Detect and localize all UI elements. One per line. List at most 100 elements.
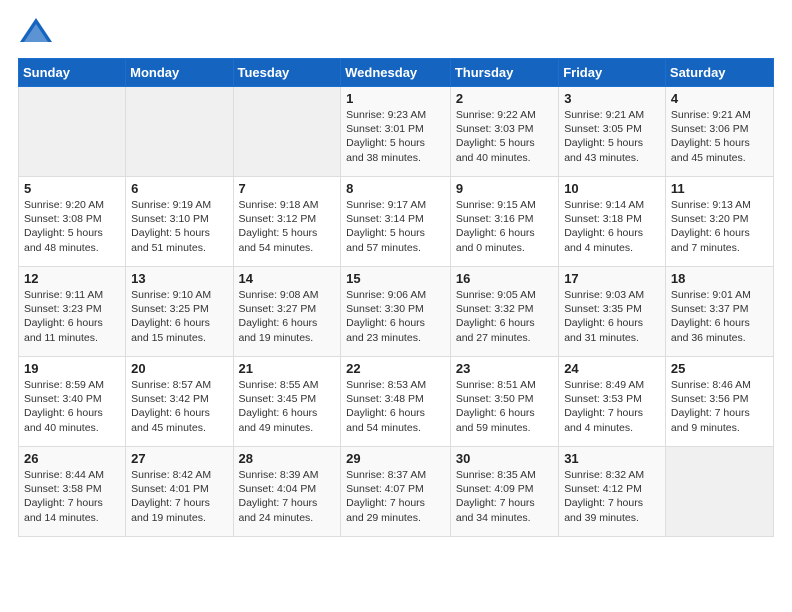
day-info: Sunrise: 9:01 AM Sunset: 3:37 PM Dayligh… <box>671 288 768 345</box>
calendar-cell: 31 Sunrise: 8:32 AM Sunset: 4:12 PM Dayli… <box>559 447 666 537</box>
calendar-week-3: 19 Sunrise: 8:59 AM Sunset: 3:40 PM Dayli… <box>19 357 774 447</box>
weekday-header-saturday: Saturday <box>665 59 773 87</box>
calendar-cell: 10Sunrise: 9:14 AM Sunset: 3:18 PM Dayli… <box>559 177 666 267</box>
weekday-header-tuesday: Tuesday <box>233 59 341 87</box>
day-number: 21 <box>239 361 336 376</box>
calendar-cell: 23Sunrise: 8:51 AM Sunset: 3:50 PM Dayli… <box>450 357 558 447</box>
calendar-cell: 26Sunrise: 8:44 AM Sunset: 3:58 PM Dayli… <box>19 447 126 537</box>
day-number: 8 <box>346 181 445 196</box>
calendar-cell <box>19 87 126 177</box>
day-number: 19 <box>24 361 120 376</box>
day-info: Sunrise: 9:11 AM Sunset: 3:23 PM Dayligh… <box>24 288 120 345</box>
calendar-cell: 9 Sunrise: 9:15 AM Sunset: 3:16 PM Daylig… <box>450 177 558 267</box>
day-number: 25 <box>671 361 768 376</box>
day-info: Sunrise: 9:06 AM Sunset: 3:30 PM Dayligh… <box>346 288 445 345</box>
day-info: Sunrise: 8:37 AM Sunset: 4:07 PM Dayligh… <box>346 468 445 525</box>
calendar-cell: 27 Sunrise: 8:42 AM Sunset: 4:01 PM Dayli… <box>126 447 233 537</box>
day-number: 24 <box>564 361 660 376</box>
calendar-cell: 14 Sunrise: 9:08 AM Sunset: 3:27 PM Dayli… <box>233 267 341 357</box>
day-number: 7 <box>239 181 336 196</box>
weekday-header-friday: Friday <box>559 59 666 87</box>
day-info: Sunrise: 8:59 AM Sunset: 3:40 PM Dayligh… <box>24 378 120 435</box>
day-info: Sunrise: 9:15 AM Sunset: 3:16 PM Dayligh… <box>456 198 553 255</box>
day-info: Sunrise: 8:32 AM Sunset: 4:12 PM Dayligh… <box>564 468 660 525</box>
calendar-cell: 29Sunrise: 8:37 AM Sunset: 4:07 PM Dayli… <box>341 447 451 537</box>
day-info: Sunrise: 9:21 AM Sunset: 3:06 PM Dayligh… <box>671 108 768 165</box>
calendar-cell: 22 Sunrise: 8:53 AM Sunset: 3:48 PM Dayli… <box>341 357 451 447</box>
calendar: SundayMondayTuesdayWednesdayThursdayFrid… <box>18 58 774 537</box>
day-number: 28 <box>239 451 336 466</box>
calendar-cell: 30Sunrise: 8:35 AM Sunset: 4:09 PM Dayli… <box>450 447 558 537</box>
day-info: Sunrise: 8:46 AM Sunset: 3:56 PM Dayligh… <box>671 378 768 435</box>
day-number: 14 <box>239 271 336 286</box>
day-number: 2 <box>456 91 553 106</box>
day-info: Sunrise: 9:14 AM Sunset: 3:18 PM Dayligh… <box>564 198 660 255</box>
calendar-cell: 7 Sunrise: 9:18 AM Sunset: 3:12 PM Daylig… <box>233 177 341 267</box>
calendar-cell: 25 Sunrise: 8:46 AM Sunset: 3:56 PM Dayli… <box>665 357 773 447</box>
day-info: Sunrise: 9:17 AM Sunset: 3:14 PM Dayligh… <box>346 198 445 255</box>
day-number: 4 <box>671 91 768 106</box>
day-number: 18 <box>671 271 768 286</box>
day-info: Sunrise: 9:23 AM Sunset: 3:01 PM Dayligh… <box>346 108 445 165</box>
calendar-cell: 18 Sunrise: 9:01 AM Sunset: 3:37 PM Dayli… <box>665 267 773 357</box>
day-info: Sunrise: 8:55 AM Sunset: 3:45 PM Dayligh… <box>239 378 336 435</box>
page: SundayMondayTuesdayWednesdayThursdayFrid… <box>0 0 792 612</box>
day-number: 1 <box>346 91 445 106</box>
day-info: Sunrise: 9:18 AM Sunset: 3:12 PM Dayligh… <box>239 198 336 255</box>
calendar-cell: 12 Sunrise: 9:11 AM Sunset: 3:23 PM Dayli… <box>19 267 126 357</box>
calendar-body: 1 Sunrise: 9:23 AM Sunset: 3:01 PM Daylig… <box>19 87 774 537</box>
day-number: 12 <box>24 271 120 286</box>
day-number: 23 <box>456 361 553 376</box>
day-info: Sunrise: 8:39 AM Sunset: 4:04 PM Dayligh… <box>239 468 336 525</box>
calendar-cell: 11 Sunrise: 9:13 AM Sunset: 3:20 PM Dayli… <box>665 177 773 267</box>
day-number: 15 <box>346 271 445 286</box>
day-number: 5 <box>24 181 120 196</box>
calendar-header: SundayMondayTuesdayWednesdayThursdayFrid… <box>19 59 774 87</box>
calendar-cell: 13Sunrise: 9:10 AM Sunset: 3:25 PM Dayli… <box>126 267 233 357</box>
weekday-header-monday: Monday <box>126 59 233 87</box>
weekday-header-thursday: Thursday <box>450 59 558 87</box>
day-info: Sunrise: 8:57 AM Sunset: 3:42 PM Dayligh… <box>131 378 227 435</box>
calendar-cell: 16Sunrise: 9:05 AM Sunset: 3:32 PM Dayli… <box>450 267 558 357</box>
day-number: 27 <box>131 451 227 466</box>
day-number: 11 <box>671 181 768 196</box>
calendar-cell: 15 Sunrise: 9:06 AM Sunset: 3:30 PM Dayli… <box>341 267 451 357</box>
calendar-cell <box>233 87 341 177</box>
calendar-week-0: 1 Sunrise: 9:23 AM Sunset: 3:01 PM Daylig… <box>19 87 774 177</box>
day-info: Sunrise: 9:22 AM Sunset: 3:03 PM Dayligh… <box>456 108 553 165</box>
calendar-cell: 17 Sunrise: 9:03 AM Sunset: 3:35 PM Dayli… <box>559 267 666 357</box>
logo <box>18 14 58 50</box>
day-info: Sunrise: 8:42 AM Sunset: 4:01 PM Dayligh… <box>131 468 227 525</box>
calendar-week-4: 26Sunrise: 8:44 AM Sunset: 3:58 PM Dayli… <box>19 447 774 537</box>
day-number: 22 <box>346 361 445 376</box>
calendar-week-1: 5 Sunrise: 9:20 AM Sunset: 3:08 PM Daylig… <box>19 177 774 267</box>
calendar-cell: 6Sunrise: 9:19 AM Sunset: 3:10 PM Daylig… <box>126 177 233 267</box>
day-number: 9 <box>456 181 553 196</box>
day-number: 20 <box>131 361 227 376</box>
weekday-header-wednesday: Wednesday <box>341 59 451 87</box>
calendar-week-2: 12 Sunrise: 9:11 AM Sunset: 3:23 PM Dayli… <box>19 267 774 357</box>
calendar-cell: 20 Sunrise: 8:57 AM Sunset: 3:42 PM Dayli… <box>126 357 233 447</box>
day-number: 17 <box>564 271 660 286</box>
day-number: 13 <box>131 271 227 286</box>
day-info: Sunrise: 9:03 AM Sunset: 3:35 PM Dayligh… <box>564 288 660 345</box>
calendar-cell: 5 Sunrise: 9:20 AM Sunset: 3:08 PM Daylig… <box>19 177 126 267</box>
weekday-row: SundayMondayTuesdayWednesdayThursdayFrid… <box>19 59 774 87</box>
logo-icon <box>18 14 54 50</box>
day-info: Sunrise: 9:21 AM Sunset: 3:05 PM Dayligh… <box>564 108 660 165</box>
calendar-cell <box>126 87 233 177</box>
calendar-cell: 3 Sunrise: 9:21 AM Sunset: 3:05 PM Daylig… <box>559 87 666 177</box>
day-number: 6 <box>131 181 227 196</box>
calendar-cell: 21 Sunrise: 8:55 AM Sunset: 3:45 PM Dayli… <box>233 357 341 447</box>
weekday-header-sunday: Sunday <box>19 59 126 87</box>
day-info: Sunrise: 9:13 AM Sunset: 3:20 PM Dayligh… <box>671 198 768 255</box>
day-number: 31 <box>564 451 660 466</box>
calendar-cell: 24Sunrise: 8:49 AM Sunset: 3:53 PM Dayli… <box>559 357 666 447</box>
day-info: Sunrise: 9:08 AM Sunset: 3:27 PM Dayligh… <box>239 288 336 345</box>
day-number: 3 <box>564 91 660 106</box>
calendar-cell: 8 Sunrise: 9:17 AM Sunset: 3:14 PM Daylig… <box>341 177 451 267</box>
calendar-cell: 2 Sunrise: 9:22 AM Sunset: 3:03 PM Daylig… <box>450 87 558 177</box>
day-info: Sunrise: 8:53 AM Sunset: 3:48 PM Dayligh… <box>346 378 445 435</box>
day-info: Sunrise: 9:20 AM Sunset: 3:08 PM Dayligh… <box>24 198 120 255</box>
day-number: 30 <box>456 451 553 466</box>
